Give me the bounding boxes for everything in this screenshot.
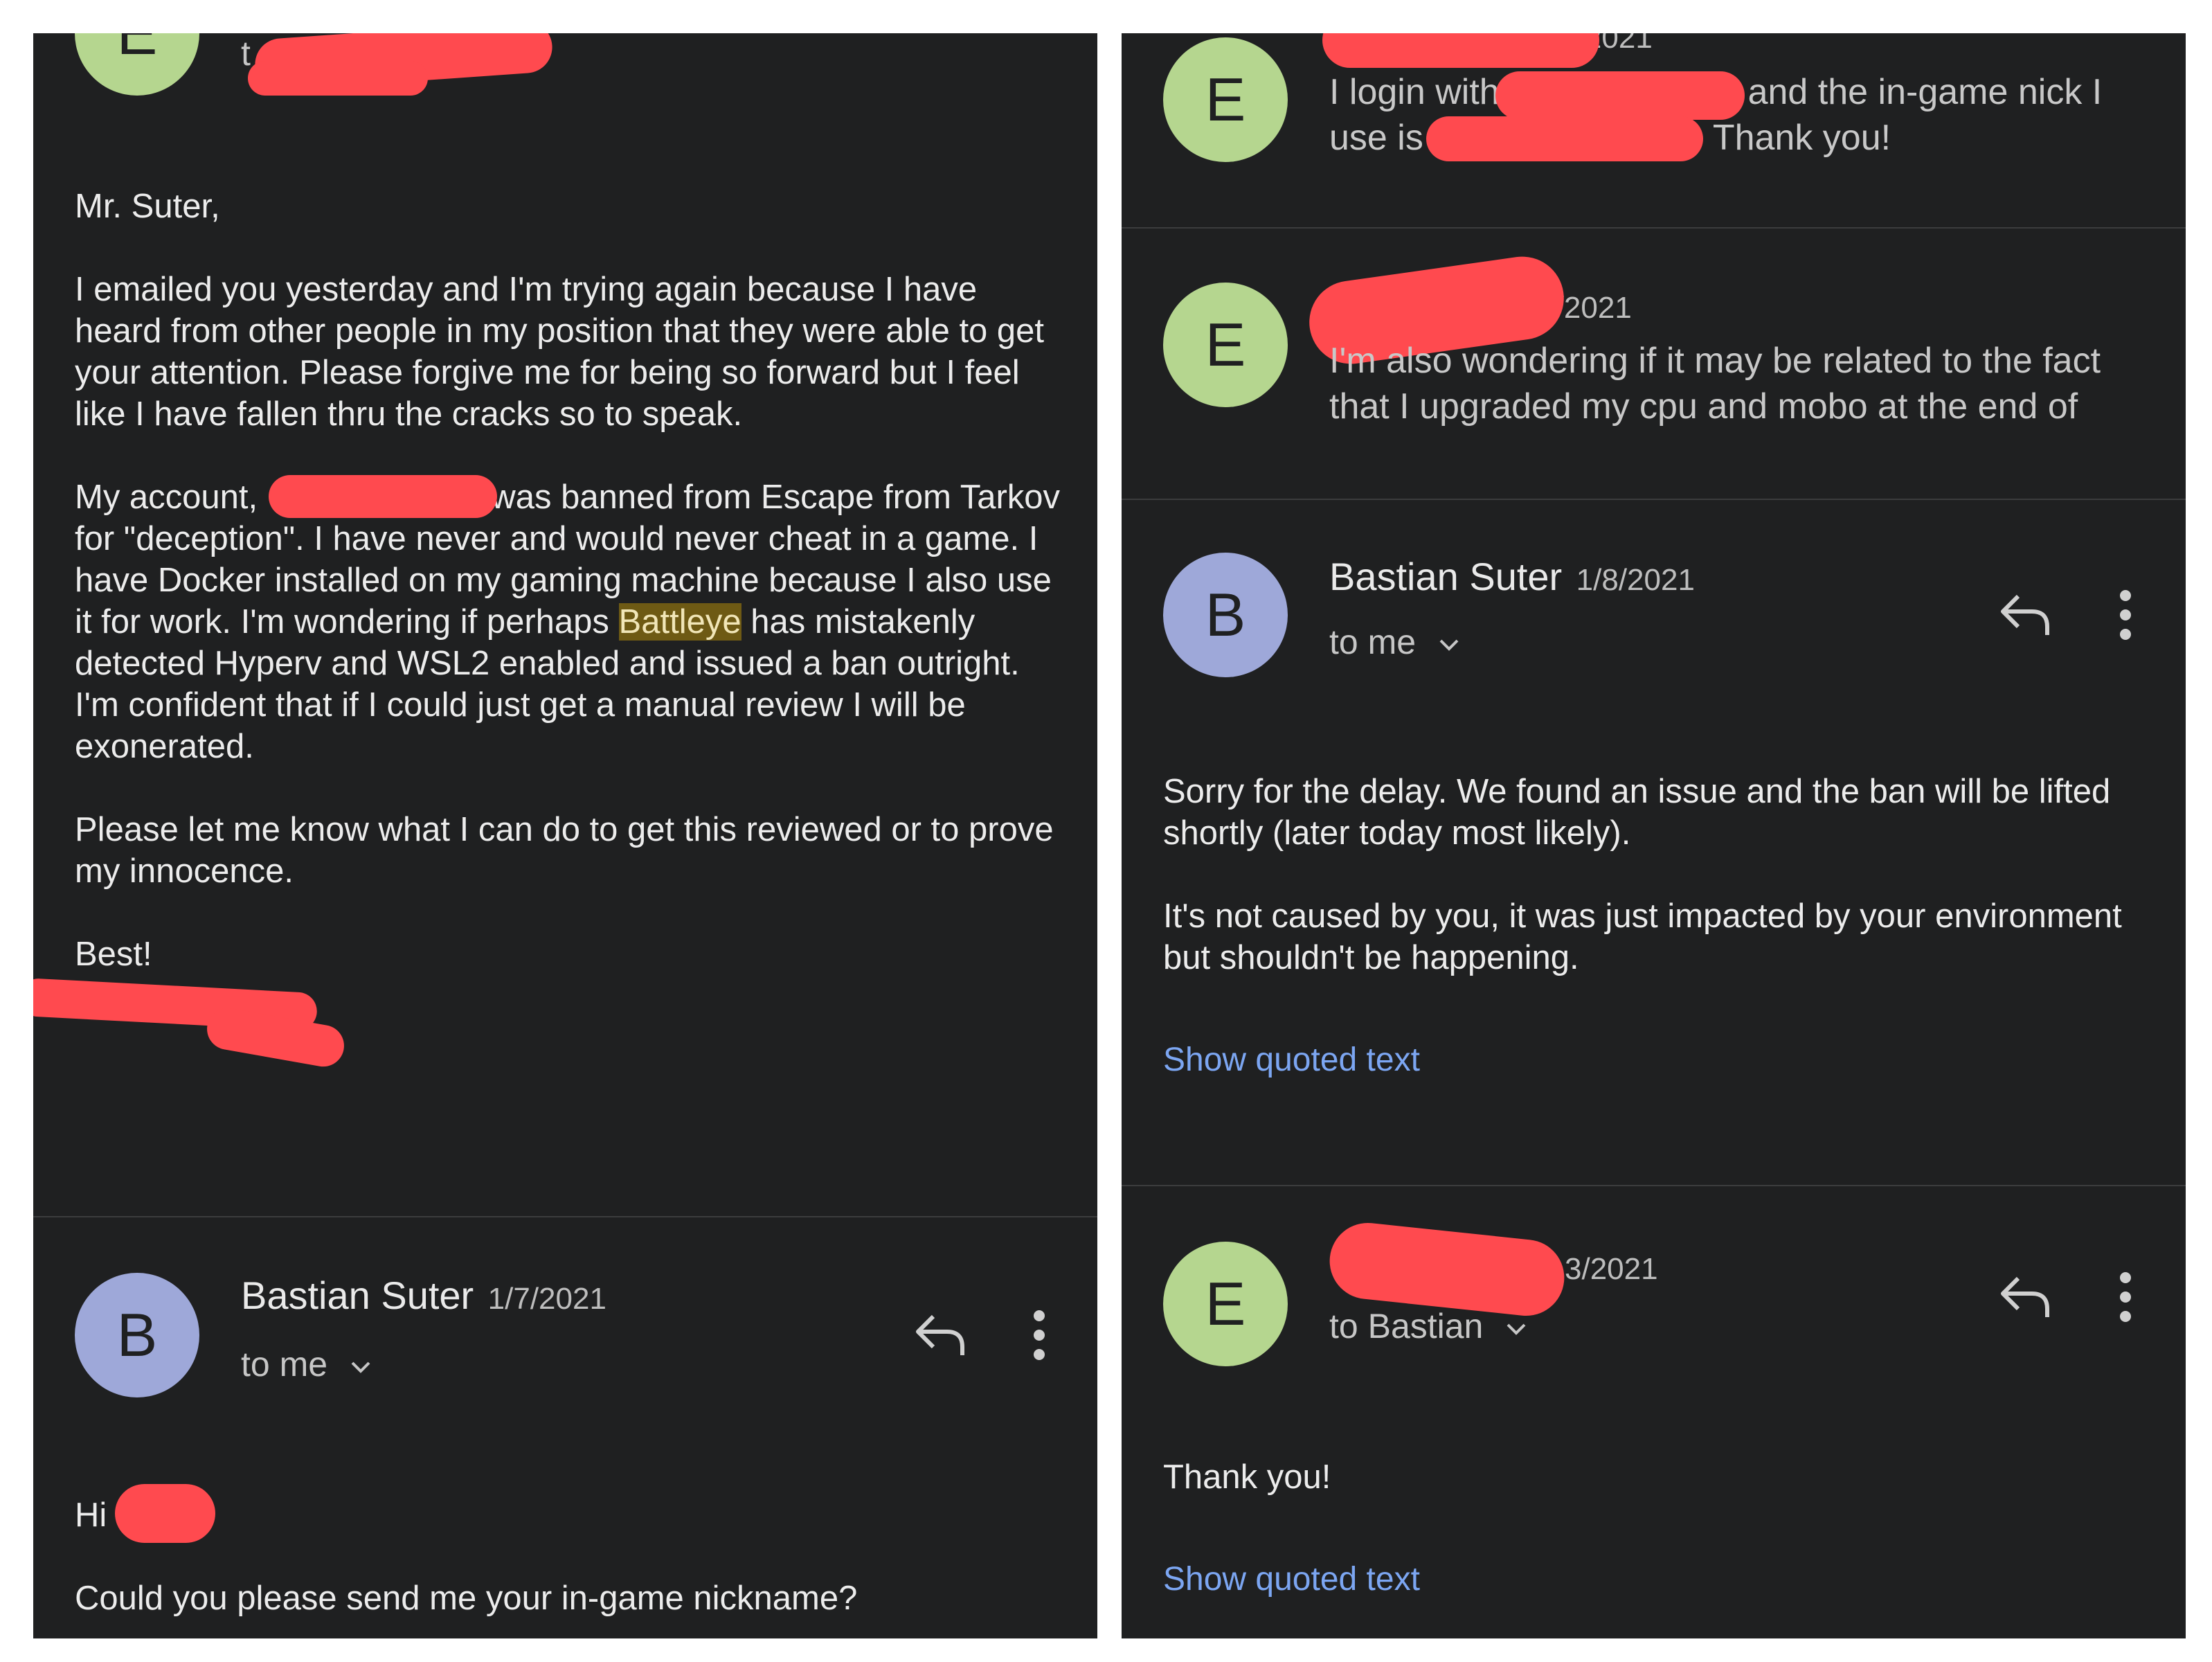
- recipient-details-toggle[interactable]: to me: [241, 1344, 375, 1384]
- message-body: Thank you!: [1163, 1458, 1331, 1496]
- signoff: Best!: [75, 936, 152, 973]
- sender-avatar[interactable]: B: [75, 1273, 199, 1397]
- message-divider: [33, 1216, 1097, 1217]
- message-date: 3/2021: [1565, 1252, 1658, 1286]
- sender-avatar[interactable]: E: [1163, 283, 1288, 407]
- chevron-down-icon: [1507, 1323, 1526, 1335]
- left-screenshot-panel: E t Mr. Suter, I emailed you yesterday a…: [33, 33, 1097, 1638]
- recipient-label: to me: [1329, 623, 1417, 661]
- redaction-mark: [248, 61, 428, 96]
- message-divider: [1122, 1185, 2186, 1186]
- recipient-details-toggle[interactable]: to me: [1329, 622, 1463, 662]
- message-header: Bastian Suter 1/8/2021: [1329, 554, 1695, 599]
- avatar-letter: B: [116, 1301, 158, 1369]
- redaction-mark: [1426, 116, 1703, 161]
- paragraph: It's not caused by you, it was just impa…: [1163, 897, 2122, 976]
- recipient-details-toggle[interactable]: to Bastian: [1329, 1306, 1530, 1346]
- right-screenshot-panel: E /1/2021 I login with and the in-game n…: [1122, 33, 2186, 1638]
- more-vert-icon[interactable]: [2115, 587, 2136, 643]
- greeting-text: Hi: [75, 1496, 107, 1534]
- reply-icon[interactable]: [1997, 1273, 2053, 1321]
- reply-icon[interactable]: [1997, 591, 2053, 639]
- sender-avatar[interactable]: E: [1163, 37, 1288, 162]
- paragraph: I emailed you yesterday and I'm trying a…: [75, 271, 1045, 433]
- snippet-text: and the in-game nick I: [1747, 72, 2103, 112]
- avatar-letter: E: [1205, 1269, 1246, 1338]
- message-snippet: I'm also wondering if it may be related …: [1329, 338, 2160, 429]
- reply-greeting: Hi: [75, 1494, 107, 1536]
- sender-avatar[interactable]: E: [1163, 1242, 1288, 1366]
- snippet-line: that I upgraded my cpu and mobo at the e…: [1329, 386, 2078, 427]
- sender-avatar[interactable]: E: [75, 33, 199, 96]
- more-vert-icon[interactable]: [2115, 1269, 2136, 1325]
- greeting: Mr. Suter,: [75, 188, 220, 225]
- sender-avatar[interactable]: B: [1163, 553, 1288, 677]
- account-label: My account,: [75, 479, 258, 516]
- email-body: Mr. Suter, I emailed you yesterday and I…: [75, 186, 1072, 1017]
- redaction-mark: [1326, 1219, 1568, 1320]
- recipient-label: to me: [241, 1345, 328, 1384]
- sender-name: Bastian Suter: [241, 1274, 474, 1317]
- snippet-text: Thank you!: [1712, 118, 1891, 158]
- avatar-letter: E: [1205, 310, 1246, 379]
- message-divider: [1122, 227, 2186, 229]
- reply-body: Could you please send me your in-game ni…: [75, 1580, 858, 1617]
- reply-icon[interactable]: [912, 1311, 968, 1359]
- message-date: 1/8/2021: [1576, 563, 1695, 597]
- redaction-mark: [269, 475, 497, 518]
- snippet-text: use is: [1329, 118, 1423, 158]
- chevron-down-icon: [351, 1361, 370, 1373]
- snippet-text: I login with: [1329, 72, 1500, 112]
- paragraph: Please let me know what I can do to get …: [75, 811, 1054, 890]
- redaction-mark: [1495, 71, 1745, 120]
- recipient-label: to Bastian: [1329, 1307, 1484, 1346]
- more-vert-icon[interactable]: [1029, 1307, 1050, 1363]
- paragraph: My account, was banned from Escape from …: [75, 476, 1072, 767]
- redaction-mark: [115, 1484, 215, 1543]
- avatar-letter: E: [117, 33, 158, 69]
- message-header: Bastian Suter 1/7/2021: [241, 1273, 606, 1318]
- message-body: Sorry for the delay. We found an issue a…: [1163, 771, 2160, 1020]
- avatar-letter: E: [1205, 65, 1246, 134]
- chevron-down-icon: [1439, 639, 1459, 651]
- show-quoted-text-link[interactable]: Show quoted text: [1163, 1041, 1420, 1079]
- message-date: 1/7/2021: [487, 1282, 606, 1316]
- show-quoted-text-link[interactable]: Show quoted text: [1163, 1560, 1420, 1598]
- sender-name: Bastian Suter: [1329, 555, 1563, 598]
- message-divider: [1122, 499, 2186, 500]
- recipient-fragment: t: [241, 34, 251, 73]
- snippet-line: I'm also wondering if it may be related …: [1329, 341, 2101, 381]
- paragraph: Sorry for the delay. We found an issue a…: [1163, 773, 2111, 852]
- search-highlight: Battleye: [618, 603, 741, 641]
- avatar-letter: B: [1205, 580, 1246, 649]
- redaction-mark: [1322, 33, 1599, 68]
